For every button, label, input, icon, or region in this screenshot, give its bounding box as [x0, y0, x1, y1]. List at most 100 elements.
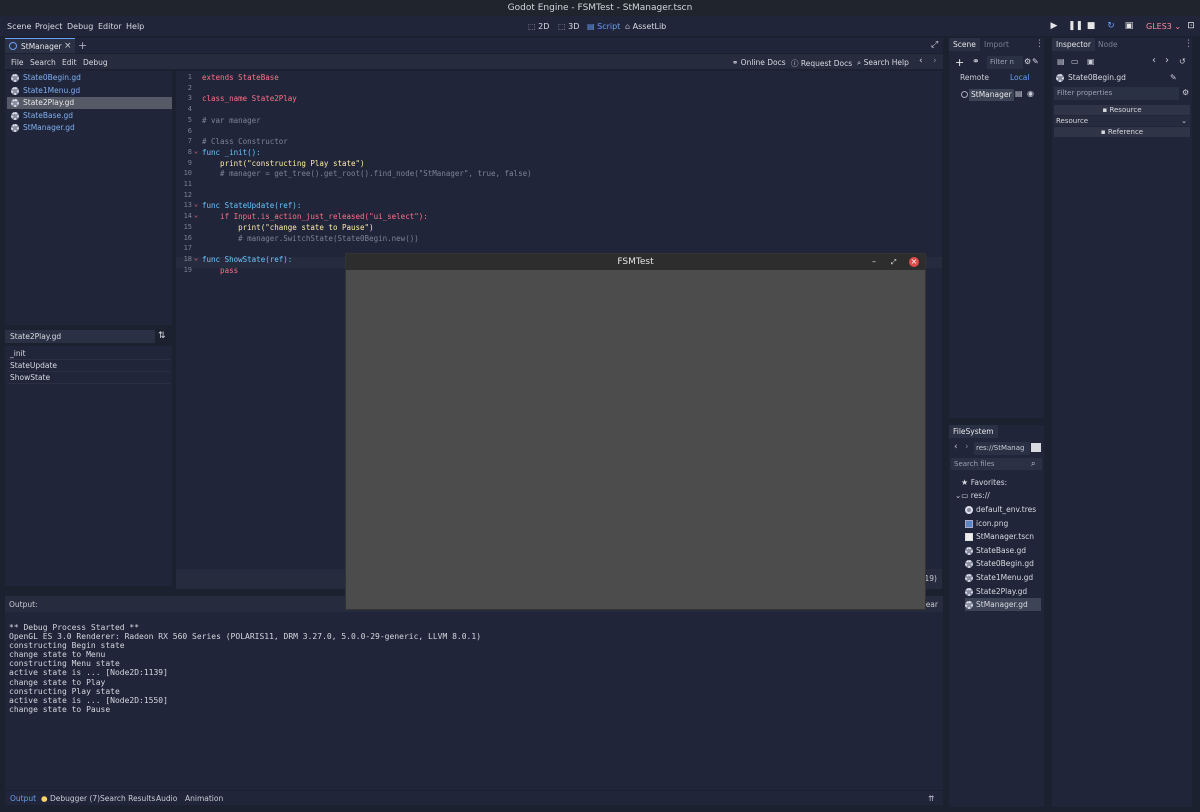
online-docs-button[interactable]: ⚭ Online Docs — [732, 58, 786, 67]
list-item[interactable]: icon.png — [965, 517, 1008, 530]
search-help-button[interactable]: ⌕ Search Help — [857, 58, 909, 68]
fold-chevron-icon[interactable]: ⌄ — [194, 200, 198, 208]
reference-category-button[interactable]: ▪ Reference — [1054, 127, 1190, 137]
add-scene-tab-button[interactable]: + — [78, 39, 87, 52]
workspace-2d-button[interactable]: ⬚ 2D — [528, 22, 549, 31]
menu-dots-icon[interactable]: ⋮ — [1184, 39, 1193, 49]
menu-scene[interactable]: Scene — [7, 22, 31, 31]
stop-icon[interactable]: ■ — [1086, 21, 1096, 31]
history-icon[interactable]: ↺ — [1179, 57, 1186, 66]
object-tools-icon[interactable]: ✎ — [1170, 73, 1177, 82]
tab-animation[interactable]: Animation — [185, 794, 223, 803]
new-resource-icon[interactable]: ▤ — [1057, 57, 1065, 66]
history-back-icon[interactable]: ‹ — [919, 56, 923, 66]
tab-inspector[interactable]: Inspector — [1052, 38, 1095, 51]
save-icon[interactable]: ▣ — [1087, 57, 1095, 66]
script-menu-debug[interactable]: Debug — [83, 58, 108, 67]
open-folder-icon[interactable]: ▭ — [1071, 57, 1079, 66]
tab-output[interactable]: Output — [10, 794, 36, 803]
list-item[interactable]: State1Menu.gd — [7, 85, 172, 97]
renderer-select[interactable]: GLES3 ⌄ — [1146, 22, 1181, 31]
favorites-item[interactable]: ★ Favorites: — [961, 476, 1007, 489]
reload-icon[interactable]: ↻ — [1106, 21, 1116, 31]
expand-panel-icon[interactable]: ⇈ — [928, 794, 934, 803]
menu-help[interactable]: Help — [126, 22, 144, 31]
tab-node[interactable]: Node — [1094, 38, 1122, 51]
node-filter-input[interactable]: Filter n — [987, 56, 1023, 69]
game-window[interactable]: FSMTest – ⤢ × — [345, 253, 926, 610]
history-back-icon[interactable]: ‹ — [1152, 55, 1156, 66]
list-item[interactable]: ShowState — [7, 372, 170, 384]
workspace-3d-button[interactable]: ⬚ 3D — [558, 22, 579, 31]
scene-tab-stmanager[interactable]: StManager × — [5, 38, 75, 53]
list-item[interactable]: State1Menu.gd — [965, 571, 1033, 584]
workspace-assetlib-button[interactable]: ⌂ AssetLib — [625, 22, 666, 31]
fold-chevron-icon[interactable]: ⌄ — [194, 254, 198, 262]
path-field[interactable]: res://StManag — [974, 442, 1030, 455]
play-scene-icon[interactable]: ▣ — [1124, 21, 1134, 31]
list-item-selected[interactable]: State2Play.gd — [7, 97, 172, 109]
tab-audio[interactable]: Audio — [156, 794, 177, 803]
list-item[interactable]: StateBase.gd — [7, 110, 172, 122]
folder-res[interactable]: ⌄▭ res:// — [955, 489, 990, 502]
menu-editor[interactable]: Editor — [98, 22, 122, 31]
scene-tree-node[interactable]: StManager ▤ ◉ — [959, 89, 1041, 101]
split-view-icon[interactable] — [1031, 443, 1041, 452]
tab-import[interactable]: Import — [980, 38, 1013, 51]
link-icon[interactable]: ⚭ — [972, 57, 980, 67]
back-icon[interactable]: ‹ — [954, 442, 958, 452]
distraction-free-icon[interactable]: ⤢ — [931, 40, 938, 50]
request-docs-button[interactable]: ⓘ Request Docs — [791, 58, 852, 69]
inspected-object[interactable]: State0Begin.gd — [1054, 72, 1184, 84]
list-item[interactable]: StManager.tscn — [965, 530, 1034, 543]
tab-filesystem[interactable]: FileSystem — [949, 425, 998, 438]
script-menu-file[interactable]: File — [11, 58, 24, 67]
add-node-icon[interactable]: + — [955, 56, 964, 69]
menu-project[interactable]: Project — [35, 22, 62, 31]
forward-icon[interactable]: › — [965, 442, 969, 452]
list-item[interactable]: StateUpdate — [7, 360, 170, 372]
menu-debug[interactable]: Debug — [67, 22, 93, 31]
properties-menu-icon[interactable]: ⚙ — [1182, 88, 1189, 97]
visibility-eye-icon[interactable]: ◉ — [1027, 89, 1034, 98]
resource-category-button[interactable]: ▪ Resource — [1054, 105, 1190, 115]
filter-properties-input[interactable]: Filter properties — [1054, 87, 1179, 100]
history-forward-icon[interactable]: › — [933, 56, 937, 66]
settings-icon[interactable]: ⊡ — [1186, 21, 1196, 31]
list-item[interactable]: StateBase.gd — [965, 544, 1026, 557]
script-menu-search[interactable]: Search — [30, 58, 56, 67]
list-item[interactable]: State0Begin.gd — [965, 557, 1034, 570]
script-icon[interactable]: ▤ — [1015, 89, 1023, 98]
tab-search-results[interactable]: Search Results — [100, 794, 155, 803]
fold-chevron-icon[interactable]: ⌄ — [194, 147, 198, 155]
fold-chevron-icon[interactable]: ⌄ — [194, 211, 198, 219]
game-window-titlebar[interactable]: FSMTest – ⤢ × — [346, 254, 925, 270]
tab-scene[interactable]: Scene — [949, 38, 980, 51]
filter-options-icon[interactable]: ⚙ — [1024, 57, 1031, 66]
play-icon[interactable]: ▶ — [1049, 21, 1059, 31]
script-attach-icon[interactable]: ✎ — [1032, 57, 1039, 66]
script-menu-edit[interactable]: Edit — [62, 58, 77, 67]
close-icon[interactable]: × — [909, 257, 919, 267]
history-forward-icon[interactable]: › — [1165, 55, 1169, 66]
remote-tab[interactable]: Remote — [960, 73, 989, 82]
restore-icon[interactable]: ⤢ — [891, 254, 897, 270]
list-item[interactable]: _init — [7, 348, 170, 360]
search-files-input[interactable]: Search files — [951, 458, 1042, 470]
local-tab[interactable]: Local — [1010, 73, 1029, 82]
window-scrollbar[interactable] — [1193, 38, 1199, 798]
list-item[interactable]: default_env.tres — [965, 503, 1036, 516]
menu-dots-icon[interactable]: ⋮ — [1035, 39, 1044, 49]
method-list-title[interactable]: State2Play.gd — [5, 330, 155, 343]
pause-icon[interactable]: ❚❚ — [1068, 21, 1083, 31]
list-item[interactable]: StManager.gd — [7, 122, 172, 134]
resource-section[interactable]: Resource ⌄ — [1054, 116, 1190, 126]
list-item[interactable]: State2Play.gd — [965, 585, 1027, 598]
minimize-icon[interactable]: – — [872, 254, 876, 270]
list-item[interactable]: StManager.gd — [965, 598, 1041, 612]
sort-icon[interactable]: ⇅ — [158, 331, 166, 341]
tab-debugger[interactable]: ● Debugger (7) — [41, 794, 100, 803]
list-item[interactable]: State0Begin.gd — [7, 72, 172, 84]
workspace-script-button[interactable]: ▤ Script — [587, 22, 620, 31]
close-icon[interactable]: × — [64, 41, 72, 51]
